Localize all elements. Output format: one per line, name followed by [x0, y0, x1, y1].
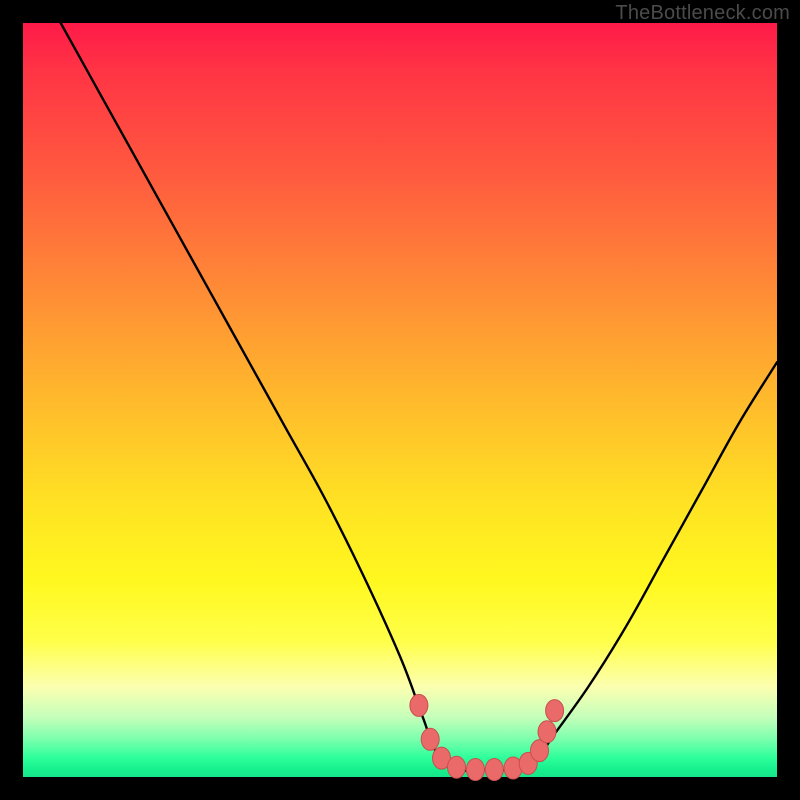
curve-marker	[448, 756, 466, 778]
chart-frame: TheBottleneck.com	[0, 0, 800, 800]
plot-area	[23, 23, 777, 777]
marker-group	[410, 694, 564, 780]
curve-marker	[485, 759, 503, 781]
curve-marker	[538, 721, 556, 743]
curve-marker	[421, 728, 439, 750]
curve-layer	[23, 23, 777, 777]
curve-marker	[410, 694, 428, 716]
bottleneck-curve	[61, 23, 777, 771]
curve-marker	[466, 759, 484, 781]
curve-marker	[546, 700, 564, 722]
attribution-label: TheBottleneck.com	[615, 2, 790, 25]
